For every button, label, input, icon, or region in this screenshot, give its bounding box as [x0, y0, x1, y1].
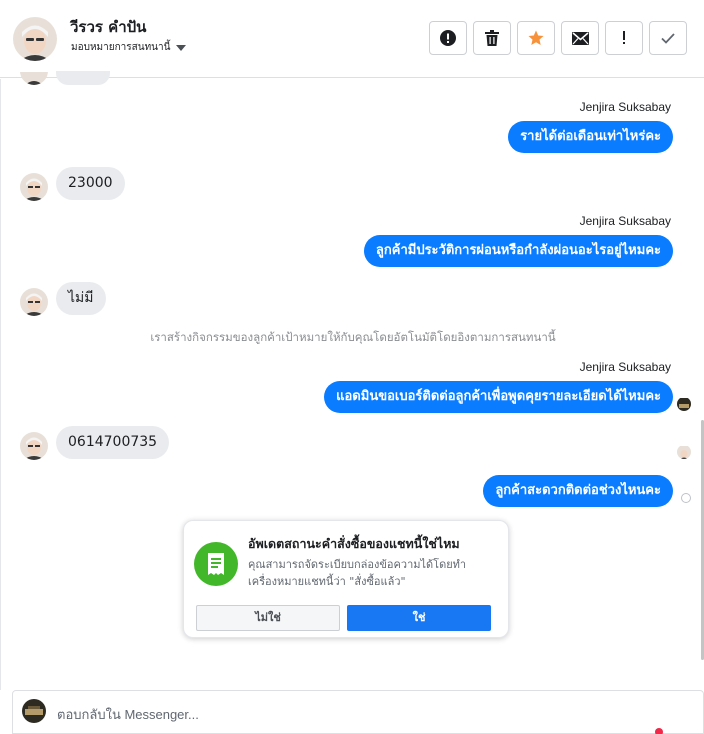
check-icon	[661, 32, 675, 44]
reply-composer	[12, 690, 704, 734]
customer-avatar-small[interactable]	[20, 173, 48, 201]
assign-conversation-dropdown[interactable]: มอบหมายการสนทนานี้	[71, 40, 187, 55]
page-avatar	[22, 699, 46, 723]
partial-avatar	[20, 71, 48, 85]
sender-name: Jenjira Suksabay	[579, 100, 671, 114]
alert-circle-icon	[440, 30, 456, 46]
order-status-prompt: อัพเดตสถานะคำสั่งซื้อของแชทนี้ใช่ไหม คุณ…	[183, 520, 509, 638]
customer-avatar[interactable]	[13, 17, 57, 61]
envelope-icon	[571, 31, 589, 45]
spam-button[interactable]	[429, 21, 467, 55]
incoming-message[interactable]: 0614700735	[56, 426, 170, 459]
exclamation-icon	[623, 31, 625, 44]
customer-avatar-small[interactable]	[20, 432, 48, 460]
reply-input[interactable]	[57, 700, 617, 728]
header-actions	[429, 21, 687, 55]
follow-up-button[interactable]	[605, 21, 643, 55]
outgoing-message[interactable]: ลูกค้าสะดวกติดต่อช่วงไหนคะ	[483, 475, 673, 507]
seen-by-customer-avatar	[677, 445, 691, 459]
star-icon	[528, 30, 544, 45]
incoming-message[interactable]: ไม่มี	[56, 282, 106, 315]
customer-name: วีรวร คำปัน	[70, 18, 147, 36]
incoming-message[interactable]: 23000	[56, 167, 125, 200]
receipt-icon	[194, 542, 238, 586]
sender-name: Jenjira Suksabay	[579, 214, 671, 228]
order-prompt-title: อัพเดตสถานะคำสั่งซื้อของแชทนี้ใช่ไหม	[248, 536, 460, 551]
outgoing-message[interactable]: แอดมินขอเบอร์ติดต่อลูกค้าเพื่อพูดคุยรายล…	[324, 381, 673, 413]
conversation-header: วีรวร คำปัน มอบหมายการสนทนานี้	[0, 0, 704, 78]
delete-button[interactable]	[473, 21, 511, 55]
outgoing-message[interactable]: ลูกค้ามีประวัติการผ่อนหรือกำลังผ่อนอะไรอ…	[363, 235, 673, 267]
partial-message-bubble	[56, 71, 110, 85]
outgoing-message[interactable]: รายได้ต่อเดือนเท่าไหร่คะ	[508, 121, 673, 153]
caret-down-icon	[176, 44, 187, 51]
mark-done-button[interactable]	[649, 21, 687, 55]
mark-unread-button[interactable]	[561, 21, 599, 55]
customer-avatar-small[interactable]	[20, 288, 48, 316]
system-activity-note: เราสร้างกิจกรรมของลูกค้าเป้าหมายให้กับคุ…	[150, 330, 556, 344]
star-button[interactable]	[517, 21, 555, 55]
sender-name: Jenjira Suksabay	[579, 360, 671, 374]
notification-dot	[655, 728, 663, 734]
sent-status-icon	[681, 493, 691, 503]
read-receipt-avatar	[677, 397, 691, 411]
assign-label: มอบหมายการสนทนานี้	[71, 42, 171, 53]
order-prompt-description: คุณสามารถจัดระเบียบกล่องข้อความได้โดยทำเ…	[248, 558, 467, 588]
no-button[interactable]: ไม่ใช่	[196, 605, 340, 631]
trash-icon	[485, 30, 499, 46]
yes-button[interactable]: ใช่	[347, 605, 491, 631]
